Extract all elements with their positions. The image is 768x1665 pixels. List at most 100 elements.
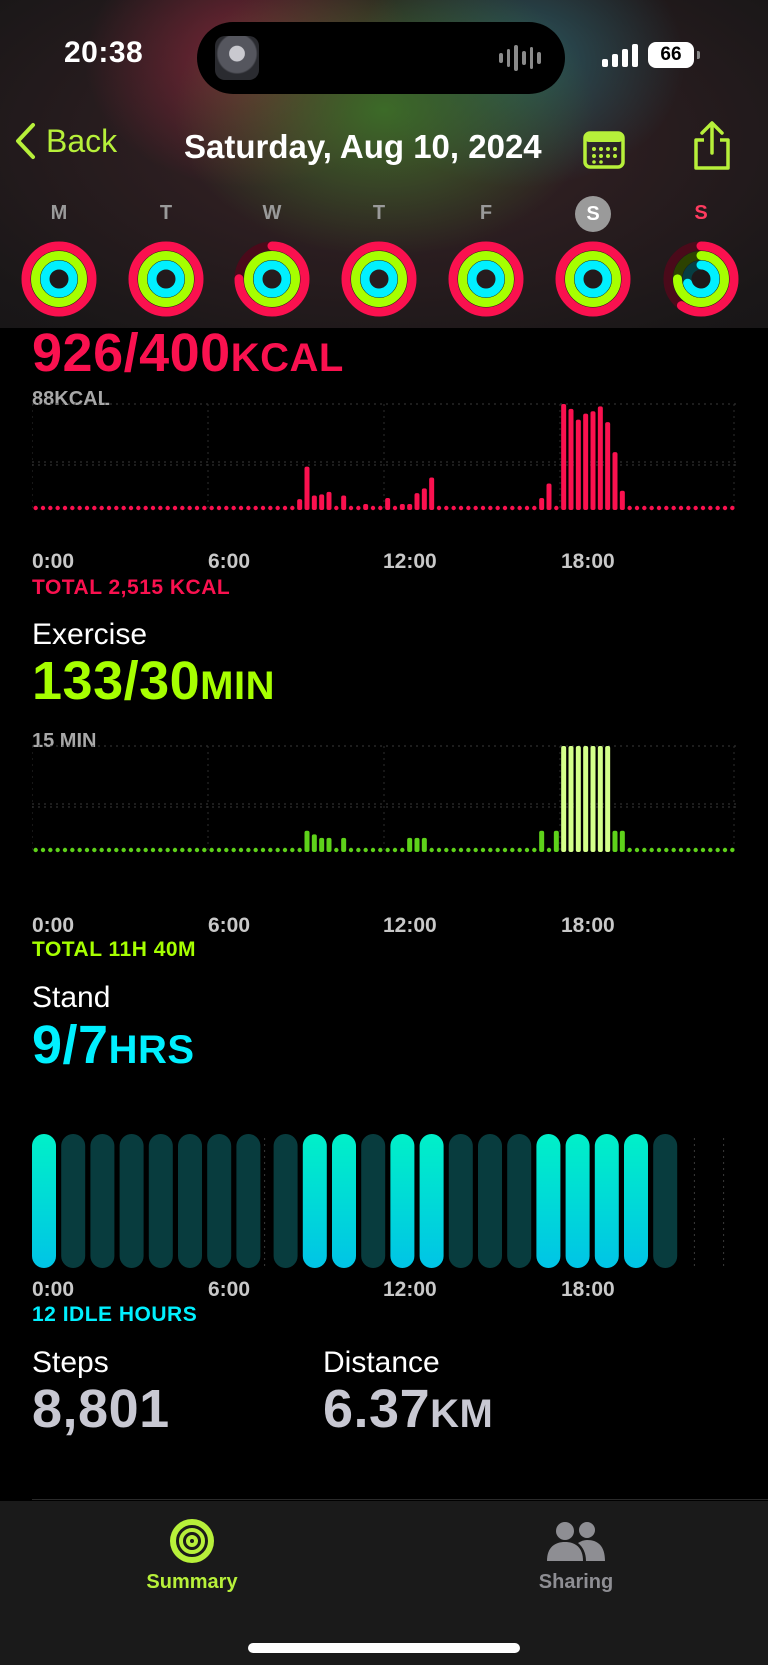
move-bar [363, 504, 369, 510]
exercise-idle-dot [40, 847, 46, 853]
move-bar [319, 494, 325, 510]
exercise-bar [304, 830, 310, 852]
exercise-idle-dot [290, 847, 295, 853]
move-idle-dot [143, 505, 148, 511]
move-idle-dot [84, 505, 90, 511]
cellular-signal-icon [602, 44, 638, 67]
stand-idle-bar [507, 1134, 532, 1268]
exercise-idle-dot [649, 847, 654, 853]
exercise-idle-dot [634, 847, 640, 853]
exercise-idle-dot [458, 847, 464, 853]
move-idle-dot [121, 505, 126, 511]
exercise-idle-dot [275, 847, 280, 853]
dynamic-island[interactable] [197, 22, 565, 94]
stand-idle-bar [61, 1134, 86, 1268]
day-2[interactable]: W [227, 196, 317, 320]
move-bar [561, 404, 567, 510]
exercise-bar [407, 837, 413, 852]
calendar-icon[interactable] [582, 128, 626, 170]
exercise-idle-dot [92, 847, 97, 853]
day-0[interactable]: M [14, 196, 104, 320]
exercise-idle-dot [282, 847, 288, 853]
exercise-idle-dot [678, 847, 684, 853]
stand-idle-bar [478, 1134, 502, 1268]
exercise-label: Exercise [32, 618, 148, 651]
exercise-idle-dot [546, 847, 552, 853]
move-idle-dot [671, 505, 676, 511]
tab-sharing[interactable]: Sharing [476, 1517, 676, 1594]
move-bar [311, 495, 317, 510]
stand-idle-bar [448, 1134, 473, 1268]
move-idle-dot [656, 505, 662, 511]
exercise-idle-dot [392, 847, 398, 853]
move-idle-dot [510, 505, 515, 511]
move-idle-dot [187, 505, 192, 511]
stand-idle-bar [653, 1134, 678, 1268]
move-bar [304, 466, 310, 510]
distance-value: 6.37KM [323, 1379, 494, 1439]
move-idle-dot [275, 505, 280, 511]
exercise-bar [561, 746, 567, 852]
exercise-idle-dot [348, 847, 354, 853]
exercise-idle-dot [656, 847, 662, 853]
move-idle-dot [649, 505, 654, 511]
exercise-idle-dot [385, 847, 390, 853]
exercise-idle-dot [150, 847, 156, 853]
stand-axis-18: 18:00 [561, 1278, 615, 1301]
exercise-idle-dot [730, 847, 735, 853]
stand-hour-bar [390, 1134, 415, 1268]
stand-label: Stand [32, 981, 111, 1014]
exercise-idle-dot [128, 847, 134, 853]
day-5[interactable]: S [548, 196, 638, 320]
tab-summary[interactable]: Summary [92, 1517, 292, 1594]
exercise-idle-dot [524, 847, 530, 853]
tab-bar: Summary Sharing [0, 1501, 768, 1665]
share-icon[interactable] [690, 120, 734, 172]
exercise-idle-dot [216, 847, 222, 853]
move-idle-dot [370, 505, 376, 511]
home-indicator[interactable] [248, 1643, 520, 1653]
stand-idle-bar [178, 1134, 202, 1268]
exercise-bar [421, 837, 427, 852]
day-1[interactable]: T [121, 196, 211, 320]
move-axis-0: 0:00 [32, 550, 75, 573]
day-letter: S [694, 202, 708, 224]
move-axis-18: 18:00 [561, 550, 615, 573]
exercise-idle-dot [33, 847, 38, 853]
day-4[interactable]: F [441, 196, 531, 320]
day-6[interactable]: S [656, 196, 746, 320]
move-idle-dot [495, 505, 500, 511]
day-3[interactable]: T [334, 196, 424, 320]
exercise-idle-dot [268, 847, 273, 853]
move-idle-dot [458, 505, 464, 511]
back-button[interactable]: Back [14, 122, 117, 160]
exercise-idle-dot [297, 847, 302, 853]
move-idle-dot [678, 505, 684, 511]
exercise-idle-dot [194, 847, 200, 853]
exercise-bar [597, 746, 603, 852]
move-idle-dot [180, 505, 185, 511]
exercise-idle-dot [671, 847, 676, 853]
exercise-total: TOTAL 11H 40M [32, 938, 197, 961]
move-bar [612, 452, 618, 510]
sharing-people-icon [547, 1522, 605, 1561]
exercise-idle-dot [99, 847, 104, 853]
exercise-idle-dot [510, 847, 515, 853]
move-idle-dot [114, 505, 119, 511]
move-idle-dot [150, 505, 156, 511]
move-idle-dot [700, 505, 706, 511]
activity-rings-icon [170, 1519, 214, 1563]
move-bar [619, 490, 625, 510]
stand-hour-bar [594, 1134, 619, 1268]
exercise-idle-dot [517, 847, 522, 853]
move-idle-dot [480, 505, 486, 511]
exercise-bar [553, 830, 559, 852]
stand-idle-bar [148, 1134, 173, 1268]
stand-hour-bar [332, 1134, 356, 1268]
move-axis-12: 12:00 [383, 550, 437, 573]
exercise-idle-dot [532, 847, 537, 853]
status-time: 20:38 [64, 36, 144, 69]
move-idle-dot [451, 505, 456, 511]
stand-ring [360, 260, 398, 298]
move-idle-dot [172, 505, 178, 511]
